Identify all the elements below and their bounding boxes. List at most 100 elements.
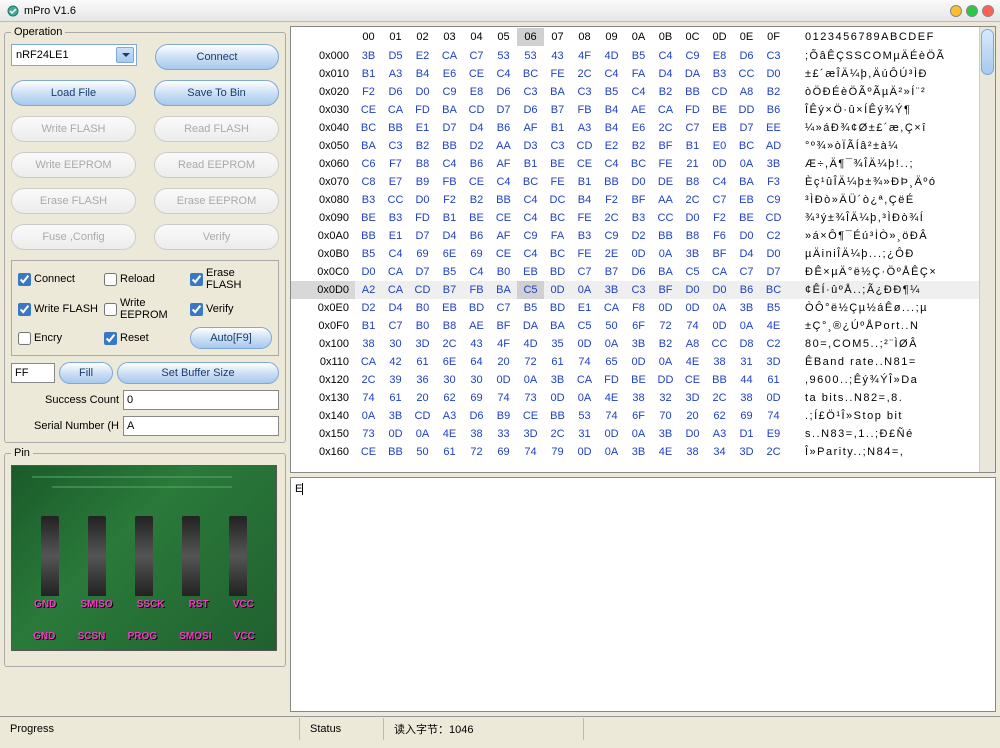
hex-byte[interactable]: A8 — [679, 335, 706, 353]
hex-byte[interactable]: 61 — [760, 371, 787, 389]
hex-byte[interactable]: E6 — [625, 119, 652, 137]
hex-byte[interactable]: C3 — [382, 137, 409, 155]
hex-byte[interactable]: 30 — [436, 371, 463, 389]
hex-byte[interactable]: 61 — [544, 353, 571, 371]
hex-row[interactable]: 0x1202C393630300D0A3BCAFDBEDDCEBB4461,96… — [291, 371, 979, 389]
hex-byte[interactable]: BC — [517, 173, 544, 191]
hex-byte[interactable]: AF — [490, 155, 517, 173]
hex-byte[interactable]: 3B — [544, 371, 571, 389]
log-view[interactable]: E — [290, 477, 996, 712]
hex-byte[interactable]: 74 — [490, 389, 517, 407]
hex-byte[interactable]: BA — [490, 281, 517, 299]
hex-byte[interactable]: CA — [706, 263, 733, 281]
hex-byte[interactable]: DC — [544, 191, 571, 209]
hex-byte[interactable]: 3B — [355, 47, 382, 65]
hex-byte[interactable]: C4 — [652, 47, 679, 65]
hex-byte[interactable]: 0A — [625, 425, 652, 443]
hex-byte[interactable]: BB — [436, 137, 463, 155]
hex-byte[interactable]: FB — [436, 173, 463, 191]
hex-byte[interactable]: 3B — [652, 425, 679, 443]
hex-byte[interactable]: D7 — [409, 227, 436, 245]
hex-byte[interactable]: BE — [733, 209, 760, 227]
hex-byte[interactable]: AF — [490, 227, 517, 245]
hex-byte[interactable]: 69 — [463, 389, 490, 407]
hex-byte[interactable]: C4 — [706, 173, 733, 191]
auto-button[interactable]: Auto[F9] — [190, 327, 272, 349]
hex-byte[interactable]: CC — [706, 335, 733, 353]
hex-byte[interactable]: 0A — [571, 281, 598, 299]
hex-byte[interactable]: C4 — [598, 155, 625, 173]
hex-byte[interactable]: D0 — [679, 281, 706, 299]
hex-byte[interactable]: 65 — [598, 353, 625, 371]
serial-number-input[interactable] — [123, 416, 279, 436]
save-to-bin-button[interactable]: Save To Bin — [154, 80, 279, 106]
hex-byte[interactable]: BC — [760, 281, 787, 299]
hex-byte[interactable]: C4 — [517, 191, 544, 209]
hex-row[interactable]: 0x10038303D2C434F4D350D0A3BB2A8CCD8C280=… — [291, 335, 979, 353]
hex-byte[interactable]: 3B — [598, 281, 625, 299]
hex-byte[interactable]: DA — [517, 317, 544, 335]
hex-byte[interactable]: A3 — [436, 407, 463, 425]
hex-byte[interactable]: B3 — [382, 209, 409, 227]
hex-byte[interactable]: D0 — [409, 191, 436, 209]
hex-byte[interactable]: D3 — [517, 137, 544, 155]
hex-byte[interactable]: 2C — [760, 443, 787, 461]
hex-byte[interactable]: DE — [652, 173, 679, 191]
hex-row[interactable]: 0x110CA42616E6420726174650D0A4E38313DÊBa… — [291, 353, 979, 371]
hex-byte[interactable]: C9 — [598, 227, 625, 245]
hex-byte[interactable]: B4 — [571, 191, 598, 209]
hex-byte[interactable]: D0 — [733, 227, 760, 245]
hex-byte[interactable]: 42 — [382, 353, 409, 371]
load-file-button[interactable]: Load File — [11, 80, 136, 106]
hex-row[interactable]: 0x050BAC3B2BBD2AAD3C3CDE2B2BFB1E0BCAD°º¾… — [291, 137, 979, 155]
hex-byte[interactable]: FD — [409, 209, 436, 227]
hex-byte[interactable]: C7 — [706, 191, 733, 209]
hex-byte[interactable]: 3D — [517, 425, 544, 443]
hex-byte[interactable]: D6 — [463, 407, 490, 425]
hex-byte[interactable]: FE — [571, 245, 598, 263]
hex-byte[interactable]: 0D — [490, 371, 517, 389]
hex-byte[interactable]: F7 — [382, 155, 409, 173]
hex-row[interactable]: 0x0003BD5E2CAC75353434F4DB5C4C9E8D6C3;Õâ… — [291, 47, 979, 65]
hex-byte[interactable]: 74 — [760, 407, 787, 425]
hex-byte[interactable]: 72 — [463, 443, 490, 461]
hex-byte[interactable]: C4 — [598, 65, 625, 83]
hex-byte[interactable]: FD — [679, 101, 706, 119]
hex-byte[interactable]: BE — [463, 209, 490, 227]
hex-byte[interactable]: 0D — [571, 335, 598, 353]
hex-byte[interactable]: F8 — [625, 299, 652, 317]
hex-byte[interactable]: B5 — [517, 299, 544, 317]
hex-byte[interactable]: B8 — [679, 227, 706, 245]
hex-byte[interactable]: C3 — [625, 281, 652, 299]
hex-byte[interactable]: EB — [517, 263, 544, 281]
hex-byte[interactable]: 0D — [382, 425, 409, 443]
hex-byte[interactable]: 43 — [544, 47, 571, 65]
hex-byte[interactable]: 4E — [436, 425, 463, 443]
hex-byte[interactable]: CA — [382, 281, 409, 299]
hex-byte[interactable]: BB — [598, 173, 625, 191]
hex-byte[interactable]: 20 — [490, 353, 517, 371]
hex-byte[interactable]: 2C — [679, 191, 706, 209]
hex-byte[interactable]: 3B — [382, 407, 409, 425]
hex-byte[interactable]: CD — [706, 83, 733, 101]
hex-byte[interactable]: 2C — [355, 371, 382, 389]
fill-button[interactable]: Fill — [59, 362, 113, 384]
hex-byte[interactable]: 53 — [571, 407, 598, 425]
hex-byte[interactable]: 39 — [382, 371, 409, 389]
hex-byte[interactable]: 2C — [436, 335, 463, 353]
hex-byte[interactable]: B6 — [463, 227, 490, 245]
hex-byte[interactable]: AD — [760, 137, 787, 155]
hex-byte[interactable]: B2 — [652, 83, 679, 101]
hex-byte[interactable]: BE — [625, 371, 652, 389]
hex-byte[interactable]: BF — [652, 281, 679, 299]
hex-byte[interactable]: CD — [409, 281, 436, 299]
hex-byte[interactable]: 38 — [706, 353, 733, 371]
hex-byte[interactable]: B2 — [760, 83, 787, 101]
hex-byte[interactable]: CE — [679, 371, 706, 389]
hex-byte[interactable]: B8 — [409, 155, 436, 173]
hex-byte[interactable]: BB — [382, 119, 409, 137]
hex-byte[interactable]: 3D — [733, 443, 760, 461]
hex-byte[interactable]: B1 — [544, 119, 571, 137]
hex-byte[interactable]: C7 — [733, 263, 760, 281]
hex-byte[interactable]: B7 — [436, 281, 463, 299]
